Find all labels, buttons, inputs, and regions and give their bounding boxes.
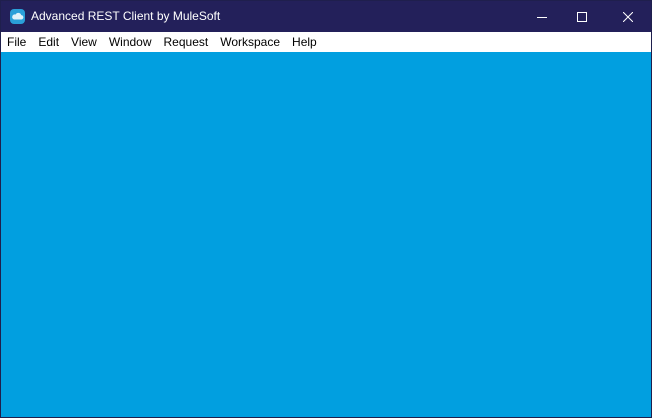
menu-view[interactable]: View [65,32,103,52]
cloud-app-icon [10,9,25,24]
menu-window[interactable]: Window [103,32,158,52]
menu-edit[interactable]: Edit [32,32,65,52]
menu-bar: File Edit View Window Request Workspace … [1,32,651,52]
maximize-button[interactable] [559,1,605,32]
menu-file[interactable]: File [1,32,32,52]
title-bar[interactable]: Advanced REST Client by MuleSoft [1,1,651,32]
menu-workspace[interactable]: Workspace [214,32,286,52]
menu-help[interactable]: Help [286,32,323,52]
menu-request[interactable]: Request [158,32,215,52]
app-window: Advanced REST Client by MuleSoft File Ed… [0,0,652,418]
main-content-area [1,52,651,417]
minimize-icon [537,12,547,22]
close-icon [623,11,633,22]
close-button[interactable] [605,1,651,32]
window-title: Advanced REST Client by MuleSoft [31,9,221,23]
maximize-icon [577,11,587,22]
